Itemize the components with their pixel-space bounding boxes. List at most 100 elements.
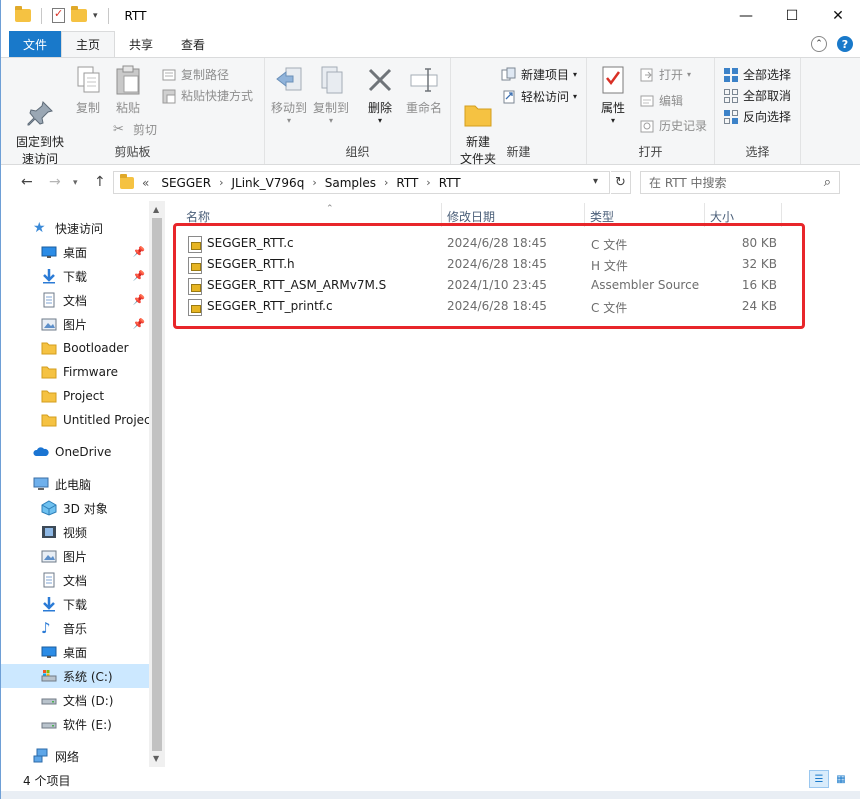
- up-arrow-icon[interactable]: ↑: [94, 174, 106, 190]
- chevron-right-icon[interactable]: ›: [312, 176, 316, 189]
- minimize-button[interactable]: —: [723, 0, 769, 31]
- pin-icon[interactable]: 📌: [133, 295, 145, 306]
- address-dropdown-icon[interactable]: ▾: [593, 176, 598, 187]
- new-item-button[interactable]: 新建项目 ▾: [501, 66, 577, 83]
- breadcrumb-segger[interactable]: SEGGER: [161, 176, 211, 190]
- nav-label: 快速访问: [55, 221, 104, 236]
- nav-label: Project: [63, 389, 105, 403]
- large-icons-view-button[interactable]: ▦: [831, 770, 851, 788]
- nav-item-drive-d[interactable]: 文档 (D:): [1, 688, 149, 712]
- scrollbar-thumb[interactable]: [152, 218, 162, 751]
- copy-to-button[interactable]: 复制到 ▾: [311, 64, 351, 125]
- breadcrumb-rtt-parent[interactable]: RTT: [396, 176, 418, 190]
- highlight-box: [173, 223, 805, 329]
- documents-icon: [41, 572, 57, 588]
- properties-icon[interactable]: [52, 7, 65, 23]
- pin-icon[interactable]: 📌: [133, 271, 145, 282]
- rename-button[interactable]: 重命名: [403, 64, 445, 117]
- address-bar[interactable]: « SEGGER › JLink_V796q › Samples › RTT ›…: [113, 171, 610, 194]
- tab-view[interactable]: 查看: [167, 31, 219, 57]
- tab-file[interactable]: 文件: [9, 31, 62, 57]
- nav-item-untitled-project[interactable]: Untitled Project: [1, 408, 149, 432]
- nav-item-drive-c[interactable]: 系统 (C:): [1, 664, 149, 688]
- nav-item-desktop[interactable]: 桌面 📌: [1, 240, 149, 264]
- scroll-down-icon[interactable]: ▼: [153, 754, 159, 763]
- nav-item-documents[interactable]: 文档 📌: [1, 288, 149, 312]
- breadcrumb-rtt[interactable]: RTT: [439, 176, 461, 190]
- nav-scrollbar[interactable]: ▲ ▼: [149, 201, 165, 767]
- nav-onedrive[interactable]: OneDrive: [1, 440, 149, 464]
- history-button[interactable]: 历史记录: [639, 117, 707, 134]
- collapse-ribbon-icon[interactable]: ⌃: [811, 36, 827, 52]
- new-item-label: 新建项目: [521, 68, 570, 82]
- chevron-right-icon[interactable]: ›: [426, 176, 430, 189]
- nav-item-music[interactable]: ♪ 音乐: [1, 616, 149, 640]
- cut-button[interactable]: ✂ 剪切: [113, 121, 157, 138]
- computer-icon: [33, 476, 49, 492]
- chevron-right-icon[interactable]: ›: [384, 176, 388, 189]
- nav-this-pc[interactable]: 此电脑: [1, 472, 149, 496]
- search-input[interactable]: 在 RTT 中搜索 ⌕: [640, 171, 840, 194]
- scroll-up-icon[interactable]: ▲: [153, 205, 159, 214]
- delete-button[interactable]: 删除 ▾: [363, 64, 397, 125]
- navigation-pane: ★ 快速访问 桌面 📌 下载 📌 文档 📌 图片 📌 Bootloader Fi…: [1, 201, 149, 767]
- paste-button[interactable]: 粘贴: [111, 64, 145, 117]
- nav-item-desktop-pc[interactable]: 桌面: [1, 640, 149, 664]
- chevron-right-icon[interactable]: ›: [219, 176, 223, 189]
- nav-item-documents-pc[interactable]: 文档: [1, 568, 149, 592]
- nav-network[interactable]: 网络: [1, 744, 149, 767]
- copy-path-button[interactable]: 复制路径: [161, 66, 229, 83]
- nav-item-3d-objects[interactable]: 3D 对象: [1, 496, 149, 520]
- copy-button[interactable]: 复制: [71, 64, 105, 117]
- open-icon: [639, 67, 655, 83]
- invert-selection-button[interactable]: 反向选择: [723, 108, 791, 125]
- nav-item-pictures[interactable]: 图片 📌: [1, 312, 149, 336]
- select-none-button[interactable]: 全部取消: [723, 87, 791, 104]
- tab-share[interactable]: 共享: [115, 31, 167, 57]
- recent-locations-icon[interactable]: ▾: [73, 178, 78, 188]
- back-arrow-icon[interactable]: ←: [21, 174, 33, 190]
- close-button[interactable]: ✕: [815, 0, 860, 31]
- edit-button[interactable]: 编辑: [639, 92, 683, 109]
- forward-arrow-icon[interactable]: →: [49, 174, 61, 190]
- edit-label: 编辑: [659, 94, 684, 108]
- easy-access-icon: [501, 89, 517, 105]
- pin-icon[interactable]: 📌: [133, 247, 145, 258]
- nav-item-videos[interactable]: 视频: [1, 520, 149, 544]
- ribbon: 固定到快 速访问 复制 粘贴 复制路径 粘贴快捷方式 ✂ 剪切 剪贴板 移动到 …: [1, 57, 860, 166]
- tab-home[interactable]: 主页: [61, 31, 116, 57]
- window-controls: — ☐ ✕: [723, 0, 860, 31]
- breadcrumb-jlink[interactable]: JLink_V796q: [231, 176, 304, 190]
- select-all-icon: [723, 67, 739, 83]
- breadcrumb-samples[interactable]: Samples: [325, 176, 376, 190]
- maximize-button[interactable]: ☐: [769, 0, 815, 31]
- search-icon[interactable]: ⌕: [824, 175, 831, 190]
- move-to-button[interactable]: 移动到 ▾: [269, 64, 309, 125]
- paste-shortcut-icon: [161, 88, 177, 104]
- nav-item-pictures-pc[interactable]: 图片: [1, 544, 149, 568]
- nav-quick-access[interactable]: ★ 快速访问: [1, 216, 149, 240]
- help-icon[interactable]: ?: [837, 36, 853, 52]
- pin-icon[interactable]: 📌: [133, 319, 145, 330]
- properties-button[interactable]: 属性 ▾: [595, 64, 631, 125]
- clipboard-group: 固定到快 速访问 复制 粘贴 复制路径 粘贴快捷方式 ✂ 剪切 剪贴板: [1, 58, 265, 166]
- nav-label: 文档: [63, 293, 88, 308]
- easy-access-button[interactable]: 轻松访问 ▾: [501, 88, 577, 105]
- nav-item-downloads-pc[interactable]: 下载: [1, 592, 149, 616]
- open-button[interactable]: 打开 ▾: [639, 66, 691, 83]
- nav-item-downloads[interactable]: 下载 📌: [1, 264, 149, 288]
- breadcrumb-overflow[interactable]: «: [142, 176, 149, 190]
- details-view-button[interactable]: ☰: [809, 770, 829, 788]
- new-folder-icon[interactable]: [71, 6, 87, 22]
- select-all-button[interactable]: 全部选择: [723, 66, 791, 83]
- paste-shortcut-button[interactable]: 粘贴快捷方式: [161, 87, 253, 104]
- refresh-button[interactable]: ↻: [611, 171, 631, 194]
- nav-item-bootloader[interactable]: Bootloader: [1, 336, 149, 360]
- nav-item-drive-e[interactable]: 软件 (E:): [1, 712, 149, 736]
- nav-label: Untitled Project: [63, 413, 149, 427]
- nav-label: 文档: [63, 573, 88, 588]
- nav-item-firmware[interactable]: Firmware: [1, 360, 149, 384]
- organize-group-label: 组织: [345, 145, 370, 159]
- nav-item-project[interactable]: Project: [1, 384, 149, 408]
- customize-toolbar-icon[interactable]: ▾: [93, 11, 98, 21]
